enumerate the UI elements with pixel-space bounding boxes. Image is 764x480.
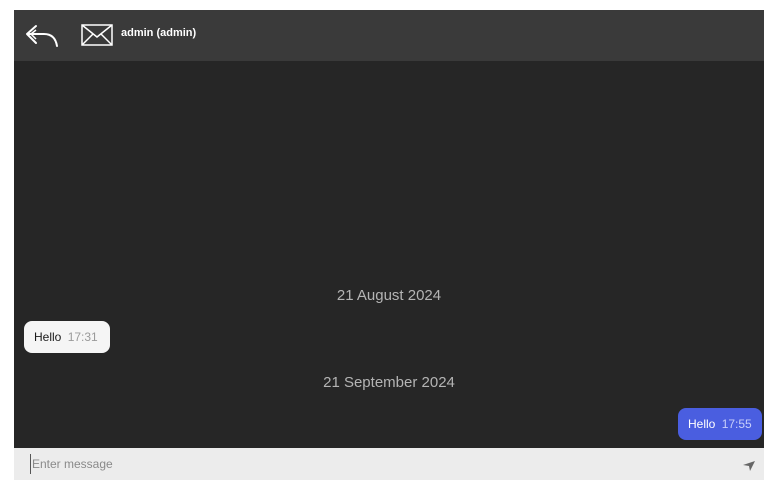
send-icon <box>743 461 755 471</box>
envelope-icon <box>81 24 113 46</box>
message-time: 17:31 <box>67 330 98 344</box>
message-time: 17:55 <box>721 417 752 431</box>
back-arrow-icon <box>26 25 58 47</box>
outgoing-message[interactable]: Hello 17:55 <box>678 408 762 440</box>
message-input[interactable] <box>30 454 712 474</box>
message-composer <box>14 448 764 480</box>
contact-name: admin (admin) <box>121 27 197 39</box>
date-separator: 21 September 2024 <box>323 374 455 391</box>
incoming-message[interactable]: Hello 17:31 <box>24 321 110 353</box>
back-button[interactable] <box>24 22 60 50</box>
chat-header: admin (admin) <box>14 10 764 61</box>
chat-screen: admin (admin) 21 August 2024 Hello 17:31… <box>14 10 764 480</box>
message-text: Hello <box>688 417 716 431</box>
message-text: Hello <box>34 330 62 344</box>
send-button[interactable] <box>742 459 756 471</box>
date-separator: 21 August 2024 <box>336 287 442 304</box>
